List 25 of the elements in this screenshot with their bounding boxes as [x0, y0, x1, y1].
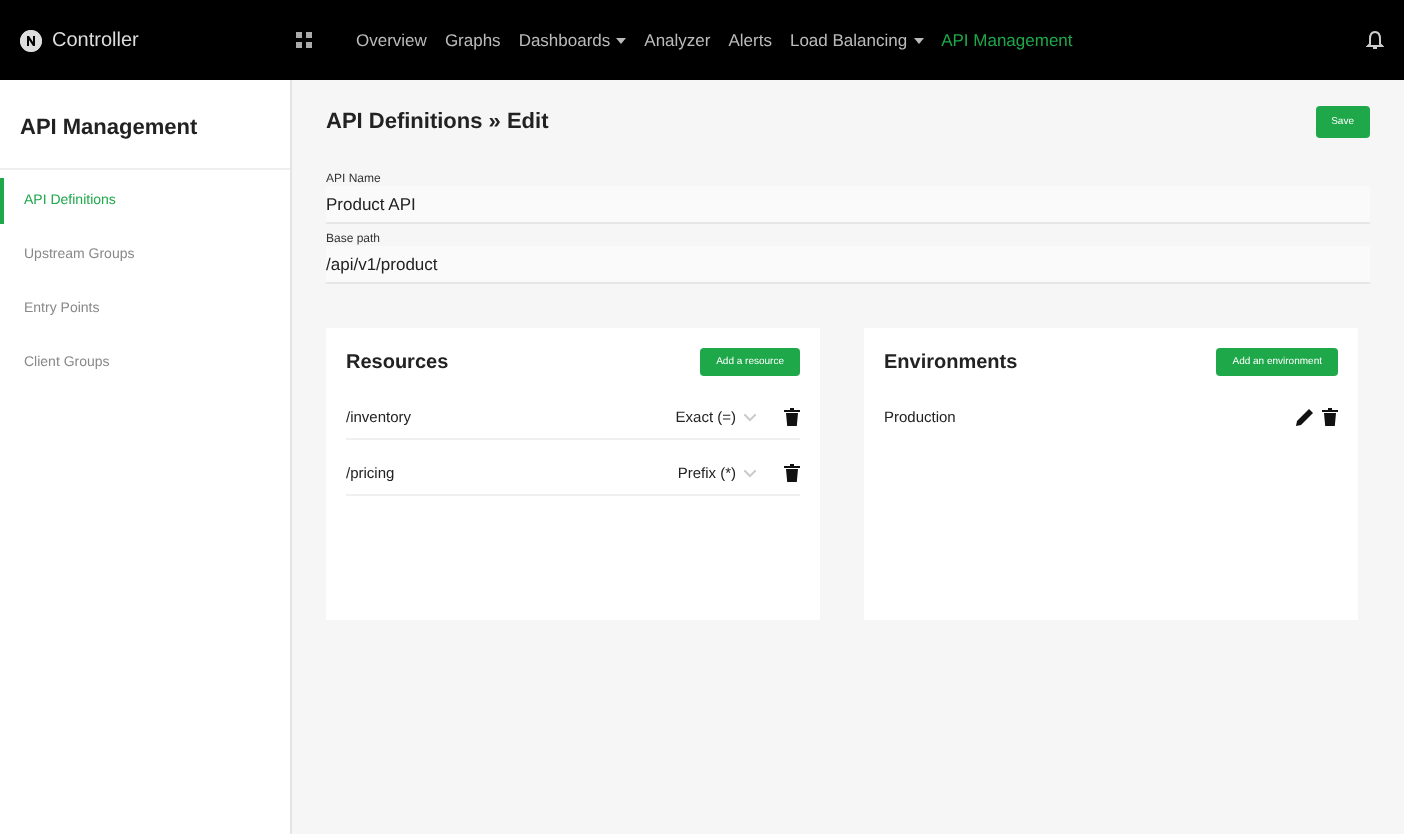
nav-link[interactable]: Analyzer: [644, 30, 711, 50]
caret-icon: [744, 469, 756, 477]
trash-icon[interactable]: [1322, 408, 1338, 426]
caret-icon[interactable]: [616, 37, 627, 43]
nav-link[interactable]: Graphs: [444, 30, 501, 50]
card-title: Resources: [346, 351, 449, 373]
card-title: Environments: [884, 351, 1018, 373]
breadcrumb: API Definitions » Edit: [326, 110, 549, 134]
pencil-icon[interactable]: [1296, 408, 1314, 426]
caret-icon: [744, 413, 756, 421]
nav-link[interactable]: Dashboards: [518, 30, 611, 50]
nav-link[interactable]: Overview: [356, 30, 427, 50]
input-field[interactable]: Product API: [326, 186, 1370, 224]
input-field[interactable]: /api/v1/product: [326, 246, 1370, 284]
nav-link[interactable]: API Management: [941, 30, 1073, 50]
sidebar-title: API Management: [0, 80, 290, 170]
trash-icon[interactable]: [784, 464, 800, 482]
bell-icon[interactable]: [1366, 30, 1384, 50]
caret-icon[interactable]: [913, 37, 924, 43]
grid-icon[interactable]: [296, 32, 312, 48]
brand-name: Controller: [52, 29, 139, 51]
logo-icon: [20, 29, 42, 51]
trash-icon[interactable]: [784, 408, 800, 426]
nav-link[interactable]: Alerts: [728, 30, 772, 50]
nav-link[interactable]: Load Balancing: [789, 30, 908, 50]
